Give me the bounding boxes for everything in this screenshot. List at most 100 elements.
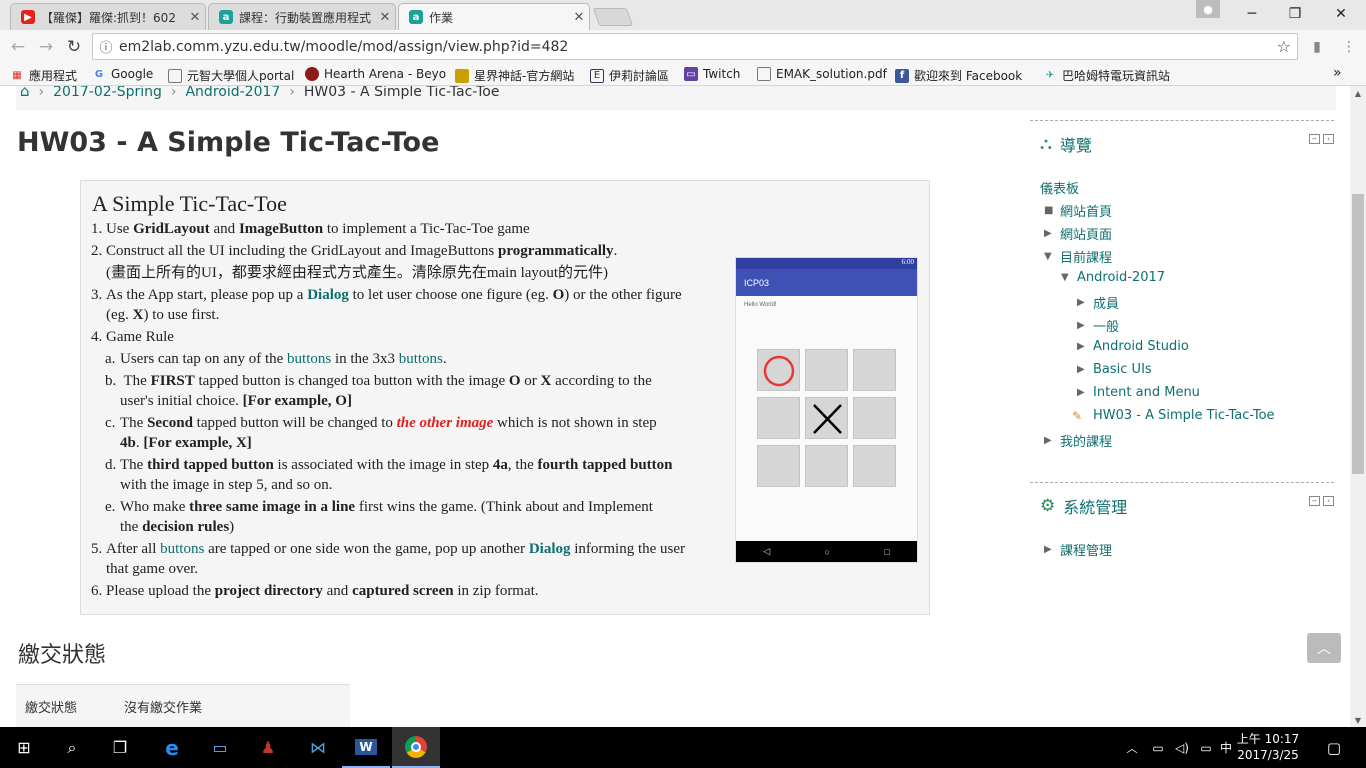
bookmark-twitch[interactable]: ▭ Twitch — [684, 67, 740, 81]
recents-square-icon: □ — [884, 546, 890, 557]
page-scrollbar[interactable]: ▲ ▼ — [1350, 86, 1366, 727]
system-clock[interactable]: 上午 10:17 2017/3/25 — [1232, 731, 1304, 763]
extension-icon[interactable]: ▮ — [1308, 38, 1326, 56]
list-item-continued: (畫面上所有的UI，都要求經由程式方式產生。清除原先在main layout的元… — [106, 265, 609, 281]
volume-icon[interactable]: ◁) — [1170, 727, 1194, 768]
nav-dashboard[interactable]: 儀表板 — [1040, 178, 1079, 197]
collapse-icon[interactable]: − — [1309, 496, 1320, 506]
sub-list-item: e. Who make three same image in a line fi… — [105, 499, 653, 515]
list-item-continued: that game over. — [106, 561, 199, 577]
breadcrumb-link[interactable]: 2017-02-Spring — [53, 86, 162, 100]
computer-icon[interactable]: ▭ — [196, 727, 244, 768]
task-view-icon[interactable]: ❐ — [96, 727, 144, 768]
dock-icon[interactable]: ‹ — [1323, 134, 1334, 144]
nav-members[interactable]: ▶ 成員 — [1077, 293, 1119, 312]
forward-icon[interactable]: → — [35, 36, 57, 58]
tab-course[interactable]: a 課程：行動裝置應用程式 ✕ — [208, 3, 396, 30]
list-item: 2. Construct all the UI including the Gri… — [91, 243, 618, 259]
nav-site-pages[interactable]: ▶ 網站頁面 — [1044, 224, 1112, 243]
nav-course-admin[interactable]: ▶ 課程管理 — [1044, 540, 1112, 559]
expand-arrow-icon: ▶ — [1077, 297, 1085, 308]
scroll-to-top-button[interactable]: ︿ — [1307, 633, 1341, 663]
bookmark-gamer[interactable]: ✈ 巴哈姆特電玩資訊站 — [1043, 67, 1170, 84]
page-title: HW03 - A Simple Tic-Tac-Toe — [17, 127, 440, 158]
nav-course-android[interactable]: ▼ Android-2017 — [1061, 270, 1165, 285]
network-icon[interactable]: ▭ — [1194, 727, 1218, 768]
scroll-up-icon[interactable]: ▲ — [1350, 86, 1366, 100]
bookmark-star-icon[interactable]: ☆ — [1277, 37, 1291, 56]
menu-icon[interactable]: ⋮ — [1340, 38, 1358, 56]
info-icon[interactable]: ⓘ — [93, 37, 119, 56]
board-cell — [853, 445, 896, 487]
nav-hw03[interactable]: ✎ HW03 - A Simple Tic-Tac-Toe — [1072, 408, 1275, 423]
expand-arrow-icon: ▶ — [1044, 435, 1052, 446]
bookmark-facebook[interactable]: f 歡迎來到 Facebook — [895, 67, 1022, 84]
close-icon[interactable]: ✕ — [185, 10, 205, 25]
word-icon[interactable]: W — [342, 727, 390, 768]
tab-title: 【羅傑】羅傑:抓到！602 — [41, 10, 176, 25]
submission-status-label: 繳交狀態 — [25, 701, 78, 716]
clock-date: 2017/3/25 — [1237, 748, 1299, 762]
more-bookmarks-icon[interactable]: » — [1333, 65, 1342, 81]
bookmark-eyny[interactable]: E 伊莉討論區 — [590, 67, 669, 84]
address-bar[interactable]: ⓘ em2lab.comm.yzu.edu.tw/moodle/mod/assi… — [92, 33, 1298, 60]
windows-start-icon[interactable]: ⊞ — [0, 727, 48, 768]
expand-arrow-icon: ▶ — [1077, 320, 1085, 331]
breadcrumb-link[interactable]: Android-2017 — [185, 86, 280, 100]
bookmark-emak-pdf[interactable]: EMAK_solution.pdf — [757, 67, 887, 81]
notifications-icon[interactable]: ▢ — [1314, 727, 1354, 768]
sub-list-item: c. The Second tapped button will be chang… — [105, 415, 657, 431]
board-cell — [853, 397, 896, 439]
bookmark-star-myth[interactable]: 星界神話-官方網站 — [455, 67, 574, 84]
nav-site-home[interactable]: ■ 網站首頁 — [1044, 201, 1112, 220]
bookmark-google[interactable]: G Google — [92, 67, 153, 81]
bookmark-hearth-arena[interactable]: Hearth Arena - Beyo — [305, 67, 446, 81]
sub-list-item-continued: the decision rules) — [120, 519, 235, 535]
battery-icon[interactable]: ▭ — [1146, 727, 1170, 768]
edge-icon[interactable]: e — [148, 727, 196, 768]
close-icon[interactable]: ✕ — [569, 10, 589, 25]
sub-list-item: a. Users can tap on any of the buttons in… — [105, 351, 447, 367]
game-app-icon[interactable]: ♟ — [244, 727, 292, 768]
maximize-button[interactable]: ❐ — [1272, 0, 1318, 28]
search-icon[interactable]: ⌕ — [48, 727, 96, 768]
reload-icon[interactable]: ↻ — [63, 36, 85, 58]
collapse-icon[interactable]: − — [1309, 134, 1320, 144]
phone-nav-bar: ◁ ○ □ — [736, 541, 917, 562]
bookmark-portal[interactable]: 元智大學個人portal — [168, 67, 294, 84]
list-item: 6. Please upload the project directory an… — [91, 583, 539, 599]
nav-android-studio[interactable]: ▶ Android Studio — [1077, 339, 1189, 354]
nav-general[interactable]: ▶ 一般 — [1077, 316, 1119, 335]
gears-icon: ⚙ — [1040, 496, 1056, 516]
visual-studio-icon[interactable]: ⋈ — [294, 727, 342, 768]
scroll-down-icon[interactable]: ▼ — [1350, 713, 1366, 727]
profile-icon[interactable]: ● — [1196, 0, 1220, 18]
home-icon[interactable]: ⌂ — [20, 86, 30, 100]
nav-basic-uis[interactable]: ▶ Basic UIs — [1077, 362, 1152, 377]
twitch-icon: ▭ — [684, 67, 698, 81]
nav-intent-menu[interactable]: ▶ Intent and Menu — [1077, 385, 1200, 400]
tab-assignment[interactable]: a 作業 ✕ — [398, 3, 590, 30]
chrome-icon[interactable] — [392, 727, 440, 768]
clock-time: 上午 10:17 — [1236, 732, 1300, 746]
show-hidden-icons[interactable]: ︿ — [1118, 727, 1146, 768]
bullet-icon: ■ — [1044, 205, 1054, 216]
nav-current-courses[interactable]: ▼ 目前課程 — [1044, 247, 1112, 266]
new-tab-button[interactable] — [592, 8, 634, 26]
moodle-icon: a — [219, 10, 233, 24]
bookmark-apps[interactable]: ▦ 應用程式 — [10, 67, 77, 84]
scrollbar-thumb[interactable] — [1352, 194, 1364, 474]
sub-list-item-continued: 4b. [For example, X] — [120, 435, 252, 451]
minimize-button[interactable]: ─ — [1229, 0, 1275, 28]
gamer-icon: ✈ — [1045, 70, 1055, 81]
close-window-button[interactable]: ✕ — [1318, 0, 1364, 28]
url-text: em2lab.comm.yzu.edu.tw/moodle/mod/assign… — [119, 38, 569, 55]
block-controls: − ‹ — [1309, 134, 1334, 144]
back-icon[interactable]: ← — [7, 36, 29, 58]
assignment-intro: A Simple Tic-Tac-Toe 1. Use GridLayout an… — [80, 180, 930, 615]
nav-my-courses[interactable]: ▶ 我的課程 — [1044, 431, 1112, 450]
dock-icon[interactable]: ‹ — [1323, 496, 1334, 506]
tab-strip: ▶ 【羅傑】羅傑:抓到！602 ✕ a 課程：行動裝置應用程式 ✕ a 作業 ✕… — [0, 0, 1366, 30]
tab-youtube[interactable]: ▶ 【羅傑】羅傑:抓到！602 ✕ — [10, 3, 206, 30]
close-icon[interactable]: ✕ — [375, 10, 395, 25]
